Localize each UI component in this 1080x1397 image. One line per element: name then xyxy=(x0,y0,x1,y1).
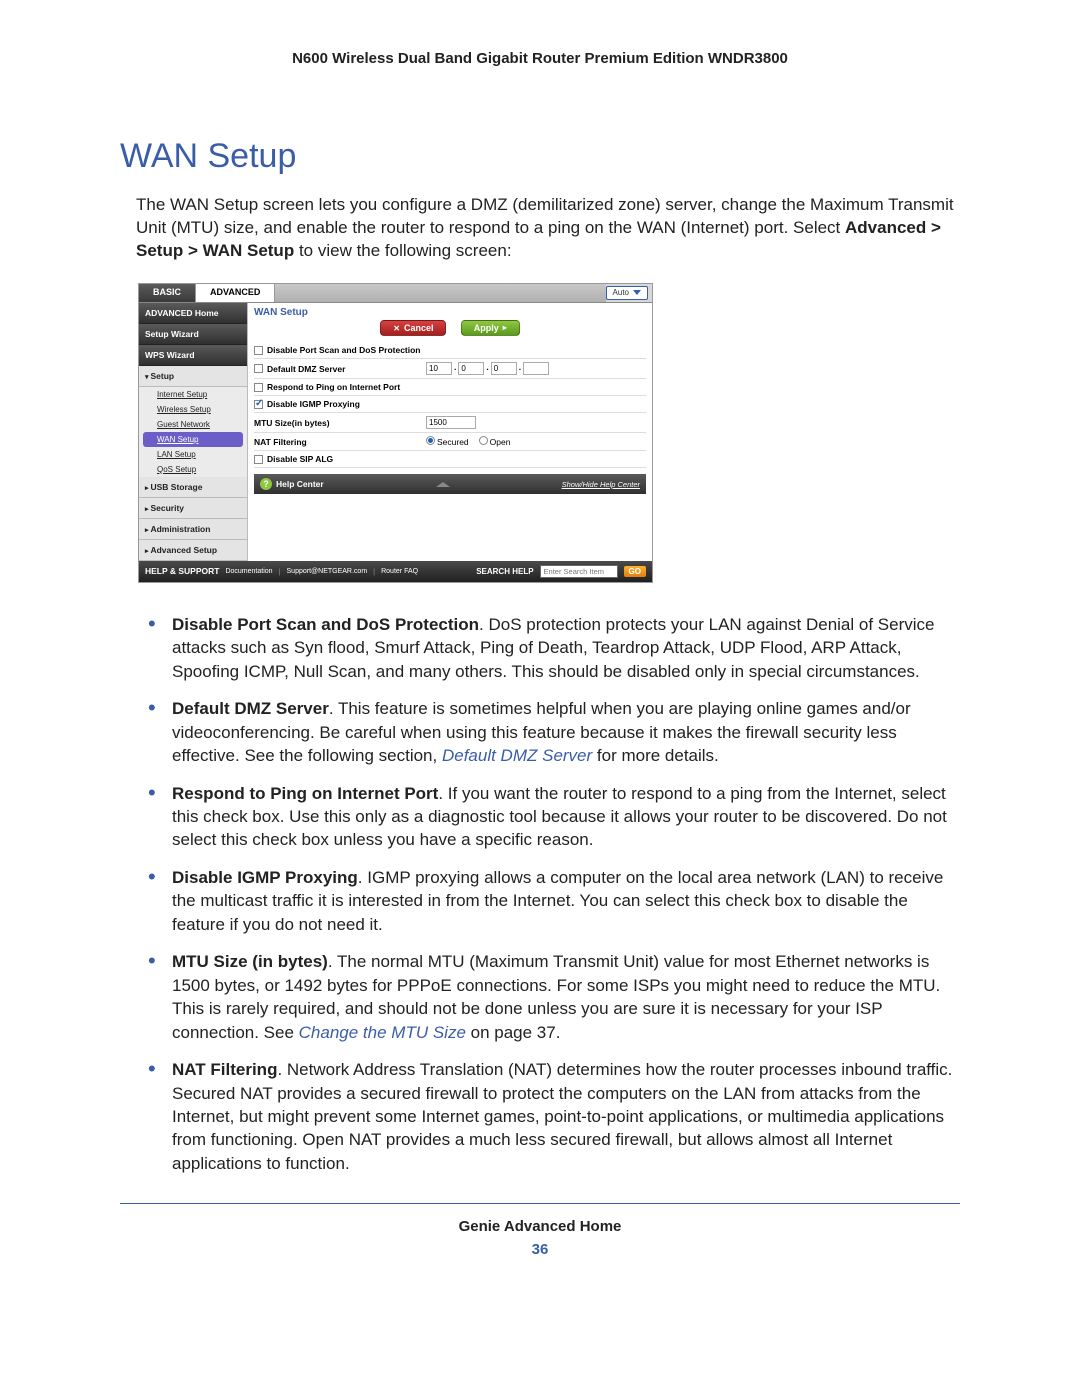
document-header: N600 Wireless Dual Band Gigabit Router P… xyxy=(120,50,960,67)
label-nat: NAT Filtering xyxy=(254,437,307,447)
help-center-bar[interactable]: ? Help Center Show/Hide Help Center xyxy=(254,474,646,494)
auto-label: Auto xyxy=(613,288,629,297)
chevron-up-icon xyxy=(436,482,450,487)
intro-paragraph: The WAN Setup screen lets you configure … xyxy=(136,194,960,263)
sidebar-administration[interactable]: Administration xyxy=(139,519,247,540)
sidebar: ADVANCED Home Setup Wizard WPS Wizard Se… xyxy=(139,303,247,561)
cancel-label: Cancel xyxy=(404,323,434,333)
arrow-right-icon: ▸ xyxy=(503,323,507,332)
apply-label: Apply xyxy=(474,323,499,333)
label-ping: Respond to Ping on Internet Port xyxy=(267,382,400,392)
radio-secured[interactable] xyxy=(426,436,435,445)
dmz-octet-1[interactable] xyxy=(426,362,452,375)
bullet-dmz-tail: for more details. xyxy=(592,746,719,765)
router-faq-link[interactable]: Router FAQ xyxy=(381,568,418,575)
radio-open[interactable] xyxy=(479,436,488,445)
footer-bar: HELP & SUPPORT Documentation| Support@NE… xyxy=(139,561,652,582)
change-mtu-link[interactable]: Change the MTU Size xyxy=(299,1023,466,1042)
bullet-dos: Disable Port Scan and DoS Protection. Do… xyxy=(138,613,960,683)
bullet-mtu-title: MTU Size (in bytes) xyxy=(172,952,328,971)
bullet-igmp-title: Disable IGMP Proxying xyxy=(172,868,358,887)
sidebar-wps-wizard[interactable]: WPS Wizard xyxy=(139,345,247,366)
section-title: WAN Setup xyxy=(120,137,960,176)
support-link[interactable]: Support@NETGEAR.com xyxy=(287,568,368,575)
mtu-input[interactable] xyxy=(426,416,476,429)
bullet-dmz-title: Default DMZ Server xyxy=(172,699,329,718)
sidebar-internet-setup[interactable]: Internet Setup xyxy=(139,387,247,402)
checkbox-sip[interactable] xyxy=(254,455,263,464)
bullet-nat: NAT Filtering. Network Address Translati… xyxy=(138,1058,960,1175)
bullet-ping: Respond to Ping on Internet Port. If you… xyxy=(138,782,960,852)
help-support-label: HELP & SUPPORT xyxy=(145,566,219,576)
search-help-input[interactable] xyxy=(540,565,618,578)
intro-text-b: to view the following screen: xyxy=(294,241,511,260)
sidebar-qos-setup[interactable]: QoS Setup xyxy=(139,462,247,477)
checkbox-ping[interactable] xyxy=(254,383,263,392)
bullet-list: Disable Port Scan and DoS Protection. Do… xyxy=(138,613,960,1176)
checkbox-dos[interactable] xyxy=(254,346,263,355)
dmz-octet-3[interactable] xyxy=(491,362,517,375)
tab-advanced[interactable]: ADVANCED xyxy=(196,284,275,302)
sidebar-advanced-home[interactable]: ADVANCED Home xyxy=(139,303,247,324)
dmz-octet-4[interactable] xyxy=(523,362,549,375)
label-sip: Disable SIP ALG xyxy=(267,454,333,464)
dmz-octet-2[interactable] xyxy=(458,362,484,375)
sidebar-security[interactable]: Security xyxy=(139,498,247,519)
cancel-button[interactable]: ✕ Cancel xyxy=(380,320,446,336)
help-icon: ? xyxy=(260,478,272,490)
label-igmp: Disable IGMP Proxying xyxy=(267,399,360,409)
footer-chapter: Genie Advanced Home xyxy=(120,1218,960,1235)
bullet-nat-text: . Network Address Translation (NAT) dete… xyxy=(172,1060,952,1173)
bullet-dmz: Default DMZ Server. This feature is some… xyxy=(138,697,960,767)
auto-refresh-select[interactable]: Auto xyxy=(606,286,648,300)
label-open: Open xyxy=(490,437,511,447)
sidebar-guest-network[interactable]: Guest Network xyxy=(139,417,247,432)
bullet-mtu-tail: on page 37. xyxy=(466,1023,561,1042)
checkbox-dmz[interactable] xyxy=(254,364,263,373)
sidebar-wireless-setup[interactable]: Wireless Setup xyxy=(139,402,247,417)
sidebar-lan-setup[interactable]: LAN Setup xyxy=(139,447,247,462)
help-title: Help Center xyxy=(276,479,324,489)
bullet-ping-title: Respond to Ping on Internet Port xyxy=(172,784,438,803)
default-dmz-link[interactable]: Default DMZ Server xyxy=(442,746,592,765)
footer-divider xyxy=(120,1203,960,1204)
main-panel: WAN Setup ✕ Cancel Apply ▸ Disable Port Sc… xyxy=(247,303,652,561)
bullet-dos-title: Disable Port Scan and DoS Protection xyxy=(172,615,479,634)
sidebar-usb-storage[interactable]: USB Storage xyxy=(139,477,247,498)
sidebar-wan-setup[interactable]: WAN Setup xyxy=(143,432,243,447)
tab-basic[interactable]: BASIC xyxy=(139,284,196,302)
label-dmz: Default DMZ Server xyxy=(267,364,345,374)
documentation-link[interactable]: Documentation xyxy=(225,568,272,575)
page-number: 36 xyxy=(120,1241,960,1258)
dmz-ip-input: . . . xyxy=(426,362,549,375)
bullet-igmp: Disable IGMP Proxying. IGMP proxying all… xyxy=(138,866,960,936)
label-dos: Disable Port Scan and DoS Protection xyxy=(267,345,421,355)
sidebar-advanced-setup[interactable]: Advanced Setup xyxy=(139,540,247,561)
label-mtu: MTU Size(in bytes) xyxy=(254,418,330,428)
bullet-nat-title: NAT Filtering xyxy=(172,1060,277,1079)
sidebar-setup-wizard[interactable]: Setup Wizard xyxy=(139,324,247,345)
router-ui-screenshot: BASIC ADVANCED Auto ADVANCED Home Setup … xyxy=(138,283,653,583)
search-help-label: SEARCH HELP xyxy=(476,567,533,576)
intro-text-a: The WAN Setup screen lets you configure … xyxy=(136,195,954,237)
chevron-down-icon xyxy=(633,290,641,295)
label-secured: Secured xyxy=(437,437,469,447)
panel-title: WAN Setup xyxy=(254,307,646,318)
apply-button[interactable]: Apply ▸ xyxy=(461,320,520,336)
sidebar-setup-header[interactable]: Setup xyxy=(139,366,247,387)
go-button[interactable]: GO xyxy=(624,566,646,577)
bullet-mtu: MTU Size (in bytes). The normal MTU (Max… xyxy=(138,950,960,1044)
close-icon: ✕ xyxy=(393,324,400,333)
show-hide-help-link[interactable]: Show/Hide Help Center xyxy=(562,480,640,489)
checkbox-igmp[interactable] xyxy=(254,400,263,409)
